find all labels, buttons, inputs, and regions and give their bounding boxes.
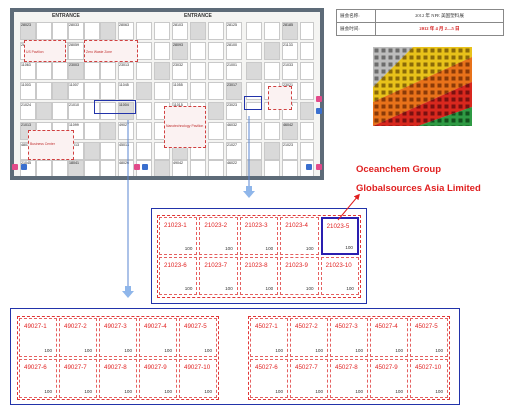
connector-overlay — [122, 116, 360, 298]
pointer-arrow-icon — [337, 193, 360, 221]
down-arrow-icon — [122, 286, 134, 298]
down-arrow-icon — [243, 186, 255, 198]
